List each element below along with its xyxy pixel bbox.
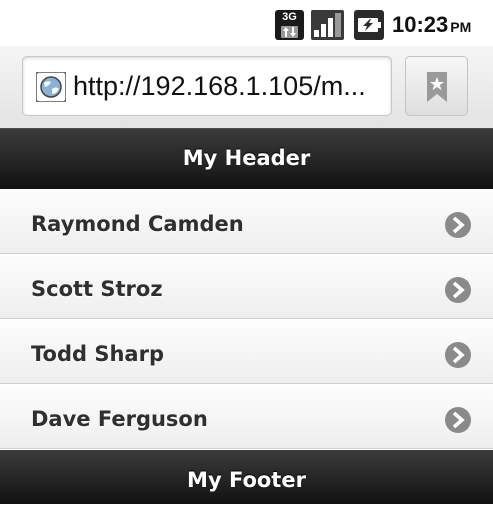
list-item[interactable]: Raymond Camden bbox=[0, 189, 493, 254]
url-field[interactable]: http://192.168.1.105/m... bbox=[22, 56, 392, 116]
url-text[interactable]: http://192.168.1.105/m... bbox=[73, 57, 383, 115]
chevron-right-icon bbox=[445, 212, 471, 238]
list-item-label: Dave Ferguson bbox=[31, 407, 208, 431]
3g-data-icon: 3G bbox=[275, 10, 304, 40]
list-item[interactable]: Scott Stroz bbox=[0, 254, 493, 319]
list-item-label: Scott Stroz bbox=[31, 277, 163, 301]
globe-icon bbox=[36, 72, 66, 102]
clock-ampm: PM bbox=[450, 19, 472, 35]
list-view: Raymond Camden Scott Stroz Todd Sharp Da… bbox=[0, 189, 493, 449]
page-header: My Header bbox=[0, 128, 493, 189]
bookmark-button[interactable] bbox=[405, 56, 468, 116]
bookmark-icon bbox=[427, 72, 447, 102]
network-type-label: 3G bbox=[282, 11, 297, 23]
chevron-right-icon bbox=[445, 342, 471, 368]
clock-time: 10:23 bbox=[392, 12, 449, 37]
list-item-label: Todd Sharp bbox=[31, 342, 164, 366]
list-item[interactable]: Dave Ferguson bbox=[0, 384, 493, 449]
list-item[interactable]: Todd Sharp bbox=[0, 319, 493, 384]
clock: 10:23 PM bbox=[392, 10, 471, 40]
browser-toolbar: http://192.168.1.105/m... bbox=[0, 46, 493, 128]
page-footer: My Footer bbox=[0, 450, 493, 504]
battery-charging-icon bbox=[354, 10, 384, 40]
signal-strength-icon bbox=[311, 10, 344, 40]
list-item-label: Raymond Camden bbox=[31, 212, 244, 236]
chevron-right-icon bbox=[445, 407, 471, 433]
chevron-right-icon bbox=[445, 277, 471, 303]
data-arrows-icon bbox=[281, 26, 298, 38]
status-bar: 3G 10:23 PM bbox=[0, 0, 493, 46]
